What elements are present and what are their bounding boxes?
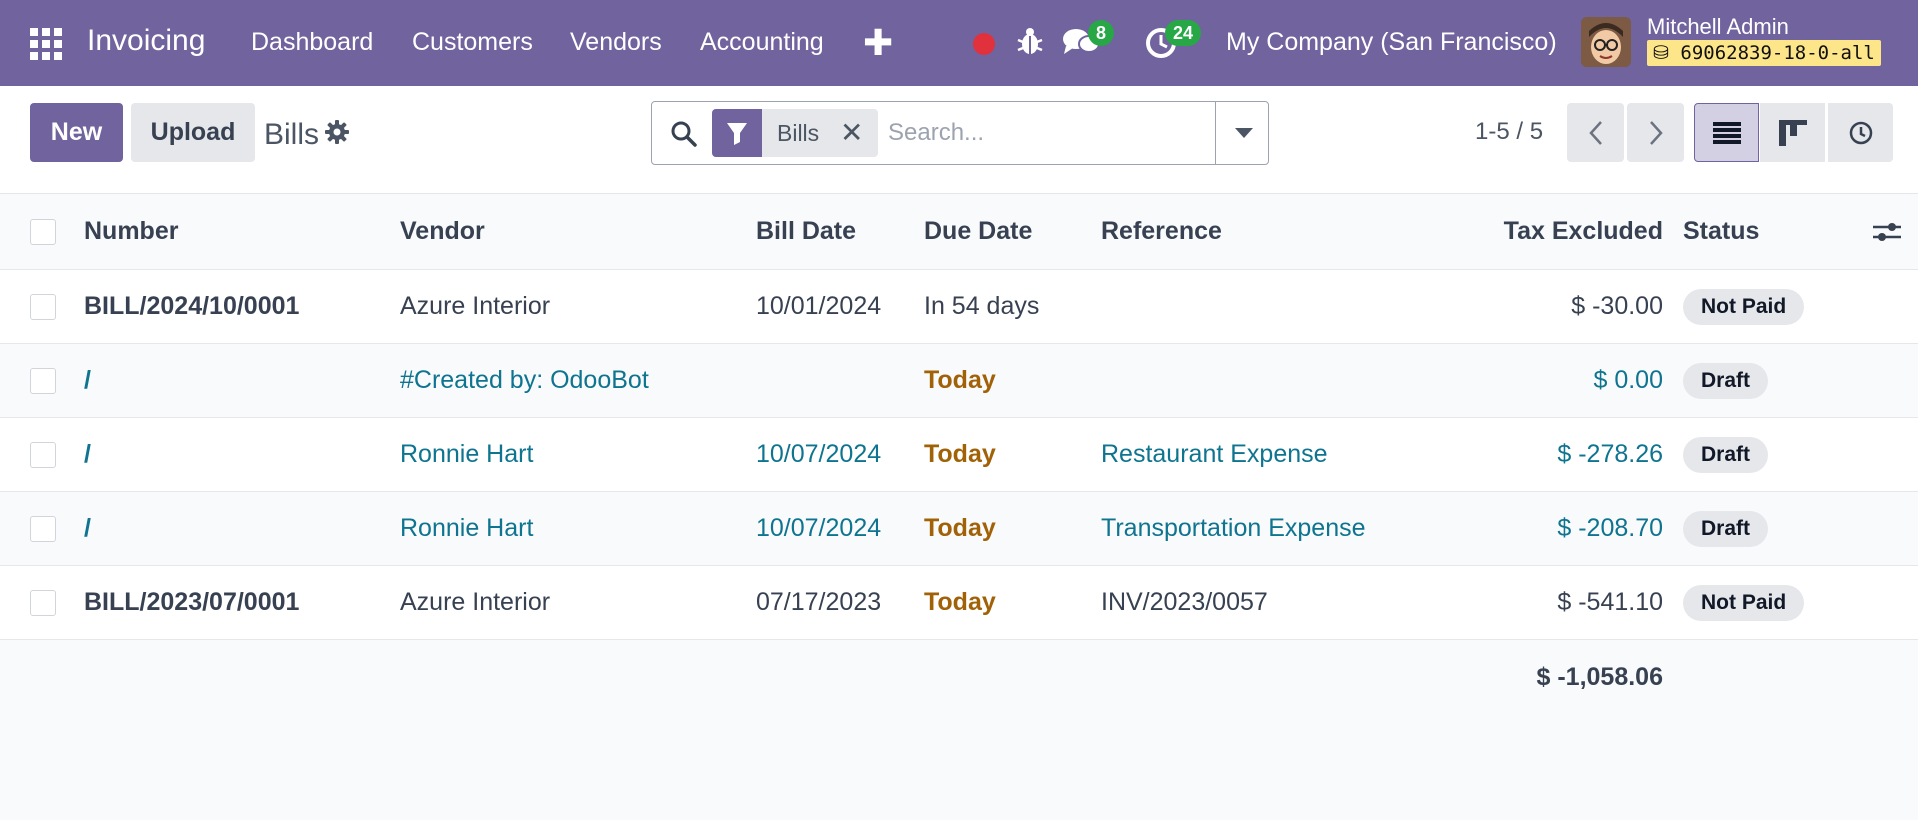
plus-icon[interactable]: ✚ (863, 22, 893, 64)
database-icon: ⛁ (1653, 42, 1669, 64)
reference: Transportation Expense (1101, 514, 1366, 542)
bill-date: 10/01/2024 (756, 292, 882, 320)
vendor-name: Azure Interior (400, 292, 551, 320)
bug-icon[interactable] (1017, 26, 1043, 63)
upload-button[interactable]: Upload (131, 103, 255, 162)
list-icon (1712, 121, 1741, 144)
kanban-icon (1778, 119, 1807, 146)
search-icon[interactable] (670, 120, 698, 153)
pager-next-button[interactable] (1627, 103, 1684, 162)
new-button[interactable]: New (30, 103, 123, 162)
select-all-checkbox[interactable] (30, 218, 56, 245)
column-header-status[interactable]: Status (1683, 194, 1759, 269)
pager-previous-button[interactable] (1567, 103, 1624, 162)
user-name[interactable]: Mitchell Admin (1647, 14, 1789, 40)
kanban-view-button[interactable] (1760, 103, 1825, 162)
search-facet: Bills ✕ (712, 109, 878, 157)
column-header-number[interactable]: Number (84, 194, 178, 269)
column-header-due-date[interactable]: Due Date (924, 194, 1032, 269)
row-checkbox[interactable] (30, 293, 56, 320)
column-header-reference[interactable]: Reference (1101, 194, 1222, 269)
tax-excluded-amount: $ -30.00 (1571, 292, 1663, 320)
table-footer: $ -1,058.06 (0, 640, 1918, 714)
apps-menu-icon[interactable] (30, 28, 62, 60)
due-date: Today (924, 514, 996, 542)
vendor-name: #Created by: OdooBot (400, 366, 649, 394)
column-header-tax-excluded[interactable]: Tax Excluded (1504, 194, 1663, 269)
row-checkbox[interactable] (30, 441, 56, 468)
menu-customers[interactable]: Customers (412, 28, 533, 57)
search-options-toggle[interactable] (1215, 102, 1269, 164)
bill-date: 10/07/2024 (756, 514, 882, 542)
bill-number: BILL/2023/07/0001 (84, 588, 300, 616)
search-bar: Bills ✕ (651, 101, 1269, 165)
database-badge: ⛁ 69062839-18-0-all (1647, 40, 1881, 66)
search-facet-label: Bills (777, 120, 820, 146)
clock-icon (1849, 121, 1872, 144)
table-row[interactable]: / Ronnie Hart 10/07/2024 Today Restauran… (0, 418, 1918, 492)
tax-excluded-amount: $ -541.10 (1557, 588, 1663, 616)
row-checkbox[interactable] (30, 589, 56, 616)
tax-excluded-amount: $ -278.26 (1557, 440, 1663, 468)
row-checkbox[interactable] (30, 515, 56, 542)
bill-number: / (84, 440, 91, 468)
messages-count-badge: 8 (1088, 20, 1115, 46)
database-name: 69062839-18-0-all (1680, 42, 1875, 64)
table-row[interactable]: / #Created by: OdooBot Today $ 0.00 Draf… (0, 344, 1918, 418)
bill-number: / (84, 366, 91, 394)
table-row[interactable]: / Ronnie Hart 10/07/2024 Today Transport… (0, 492, 1918, 566)
table-row[interactable]: BILL/2024/10/0001 Azure Interior 10/01/2… (0, 270, 1918, 344)
breadcrumb: Bills (264, 118, 320, 151)
status-badge: Draft (1683, 362, 1769, 399)
status-badge: Draft (1683, 436, 1769, 473)
vendor-name: Ronnie Hart (400, 514, 534, 542)
filter-icon (712, 109, 762, 157)
status-badge: Draft (1683, 510, 1769, 547)
list-view-button[interactable] (1694, 103, 1759, 162)
due-date: Today (924, 588, 996, 616)
reference: Restaurant Expense (1101, 440, 1328, 468)
column-header-vendor[interactable]: Vendor (400, 194, 485, 269)
tax-excluded-total: $ -1,058.06 (1536, 662, 1664, 691)
bill-number: BILL/2024/10/0001 (84, 292, 300, 320)
vendor-name: Azure Interior (400, 588, 551, 616)
top-navbar: Invoicing Dashboard Customers Vendors Ac… (0, 0, 1918, 86)
search-input[interactable] (888, 114, 1208, 152)
menu-dashboard[interactable]: Dashboard (251, 28, 373, 57)
due-date: Today (924, 366, 996, 394)
menu-vendors[interactable]: Vendors (570, 28, 662, 57)
avatar[interactable] (1581, 17, 1631, 67)
close-icon[interactable]: ✕ (840, 116, 863, 149)
activity-view-button[interactable] (1828, 103, 1893, 162)
vendor-name: Ronnie Hart (400, 440, 534, 468)
caret-down-icon (1235, 128, 1253, 138)
due-date: In 54 days (924, 292, 1040, 320)
control-panel: New Upload Bills Bills ✕ 1-5 / 5 (0, 86, 1918, 194)
due-date: Today (924, 440, 996, 468)
table-row[interactable]: BILL/2023/07/0001 Azure Interior 07/17/2… (0, 566, 1918, 640)
status-badge: Not Paid (1683, 288, 1805, 325)
optional-columns-icon[interactable] (1873, 194, 1901, 269)
row-checkbox[interactable] (30, 367, 56, 394)
activities-count-badge: 24 (1165, 20, 1202, 46)
pager-value[interactable]: 1-5 / 5 (1475, 118, 1543, 146)
column-header-bill-date[interactable]: Bill Date (756, 194, 856, 269)
tax-excluded-amount: $ 0.00 (1593, 366, 1663, 394)
reference: INV/2023/0057 (1101, 588, 1268, 616)
gear-icon[interactable] (325, 120, 349, 149)
status-badge: Not Paid (1683, 584, 1805, 621)
table-header: Number Vendor Bill Date Due Date Referen… (0, 194, 1918, 270)
menu-accounting[interactable]: Accounting (700, 28, 824, 57)
company-switcher[interactable]: My Company (San Francisco) (1226, 28, 1557, 57)
bill-number: / (84, 514, 91, 542)
chevron-left-icon (1588, 120, 1602, 145)
bills-table: Number Vendor Bill Date Due Date Referen… (0, 194, 1918, 714)
tax-excluded-amount: $ -208.70 (1557, 514, 1663, 542)
bill-date: 07/17/2023 (756, 588, 882, 616)
record-icon[interactable] (973, 33, 995, 55)
app-name[interactable]: Invoicing (87, 24, 205, 58)
chevron-right-icon (1649, 120, 1663, 145)
bill-date: 10/07/2024 (756, 440, 882, 468)
